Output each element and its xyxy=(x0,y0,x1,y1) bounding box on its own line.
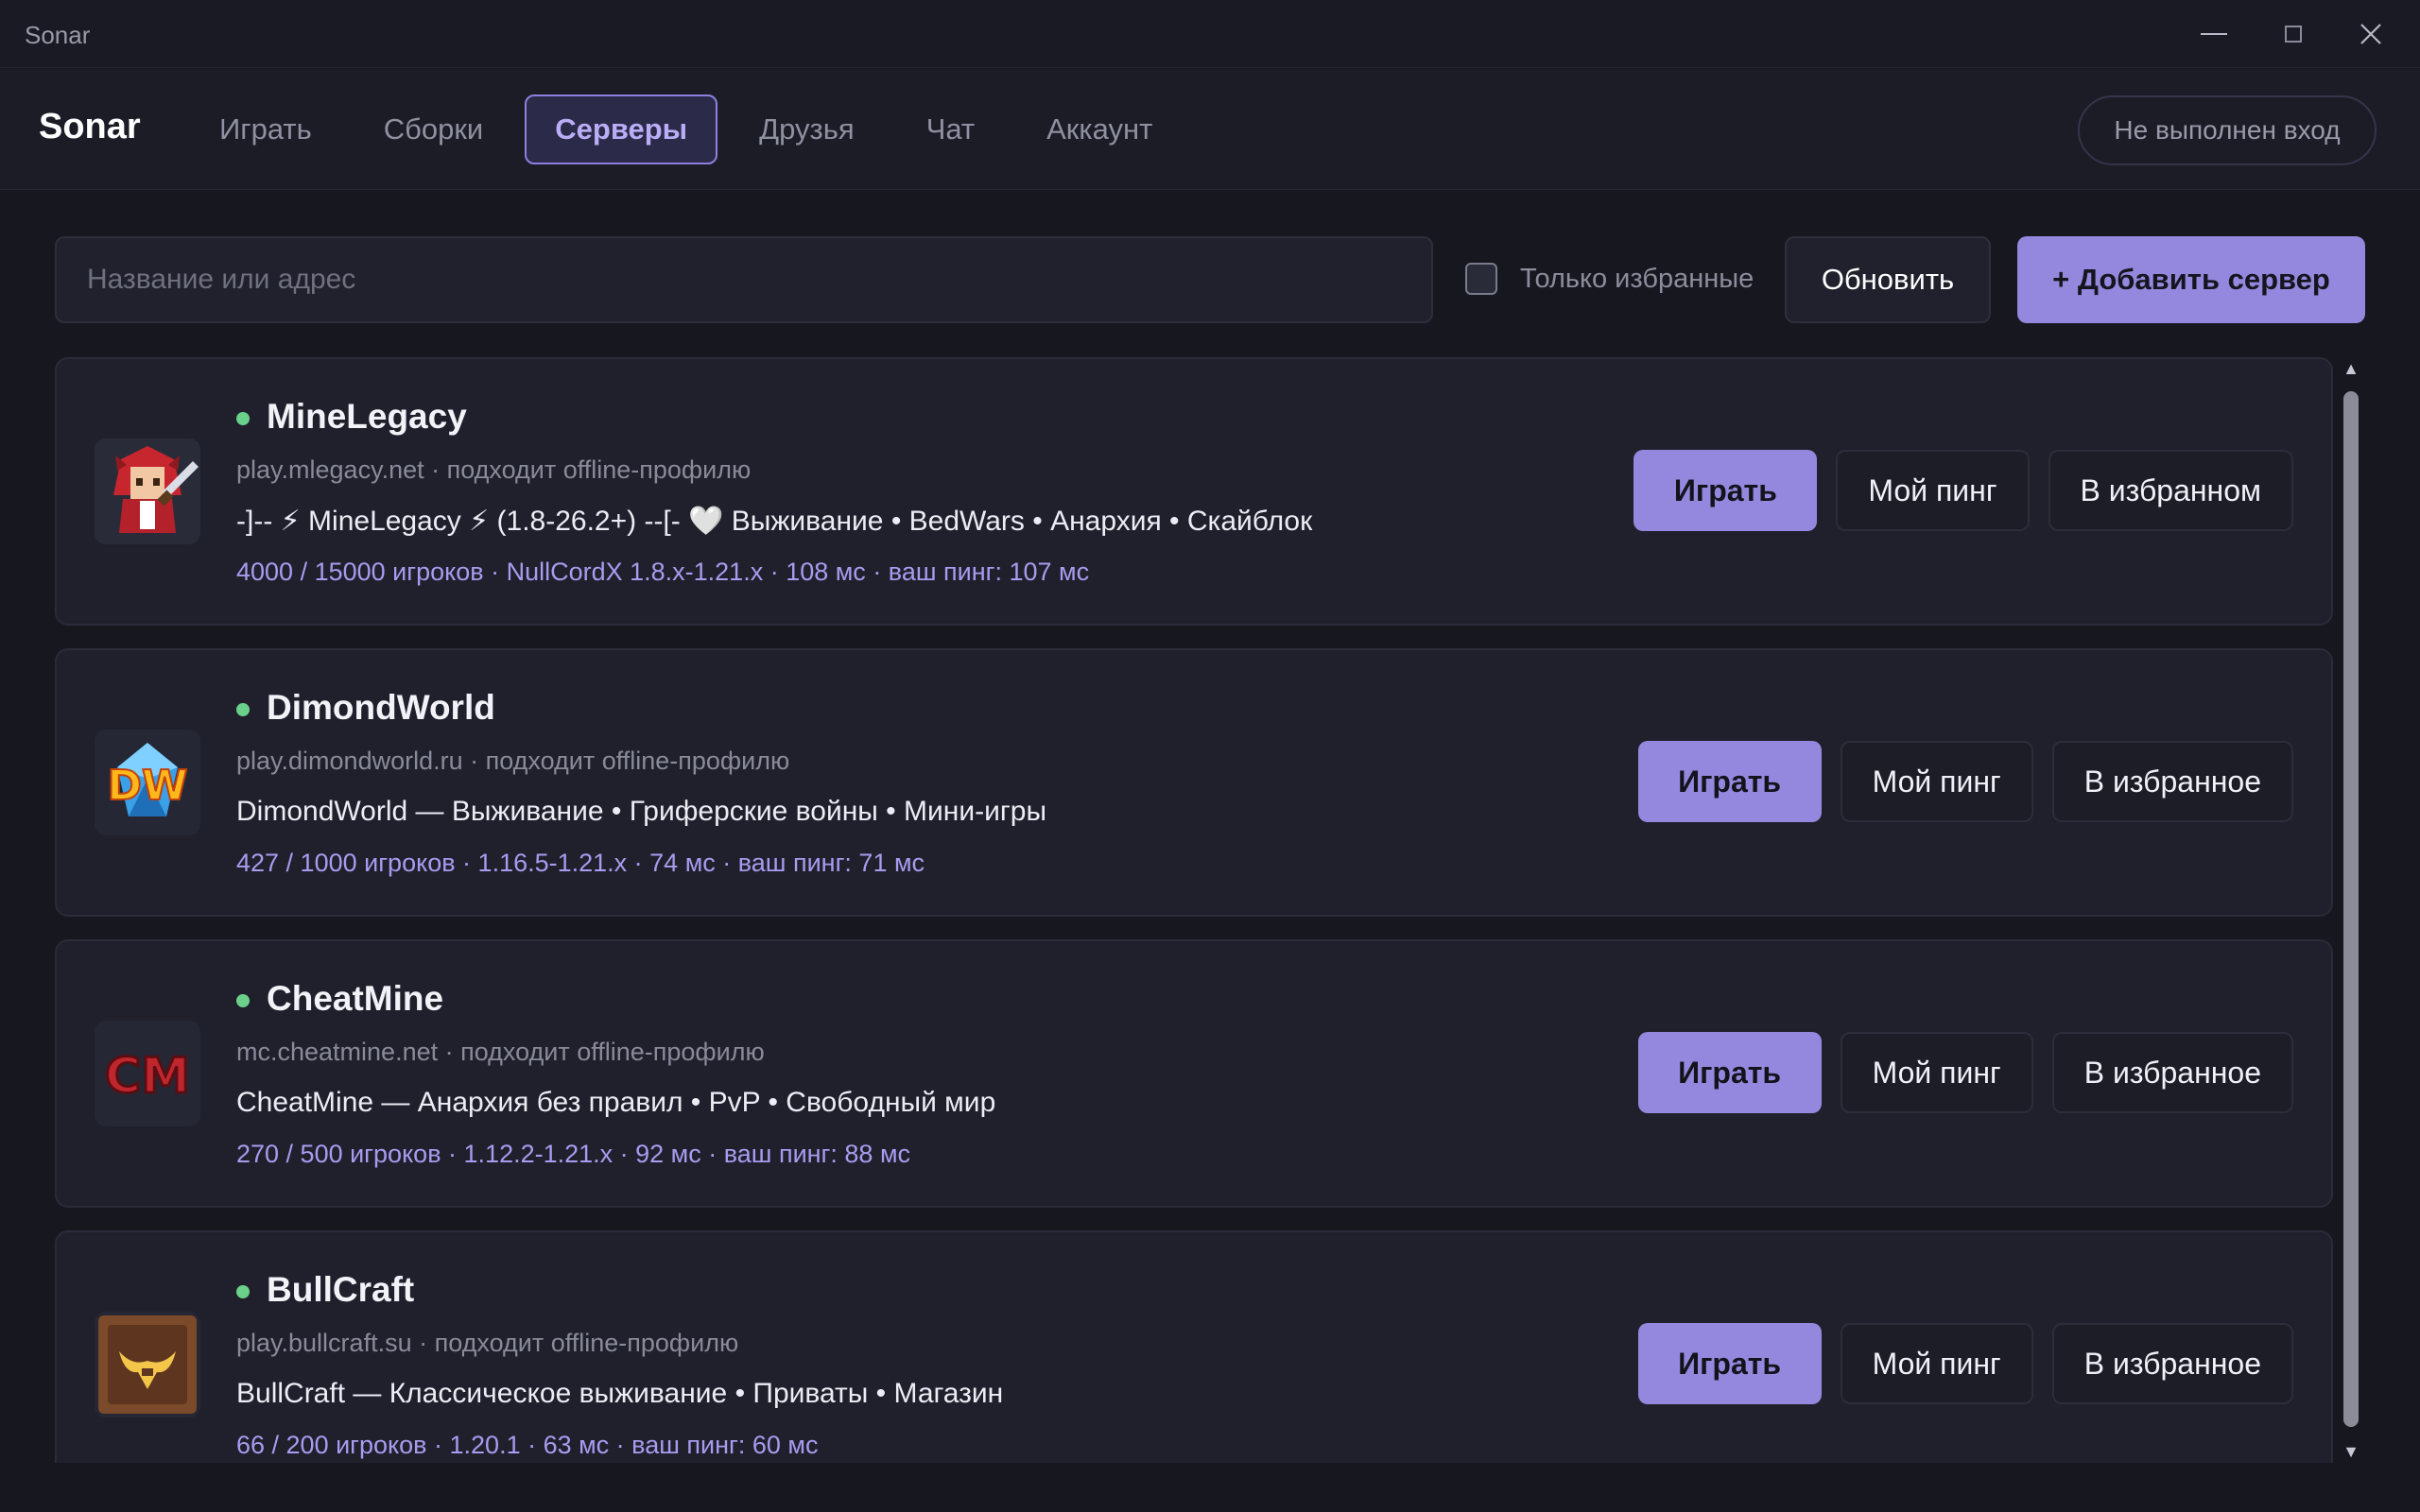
my-ping-button[interactable]: Мой пинг xyxy=(1840,1323,2033,1404)
dimondworld-logo-text: DW xyxy=(107,762,187,810)
favorite-button[interactable]: В избранное xyxy=(2051,741,2293,822)
server-actions: Играть Мой пинг В избранном xyxy=(1634,450,2293,531)
my-ping-button[interactable]: Мой пинг xyxy=(1840,741,2033,822)
server-name: CheatMine xyxy=(267,979,444,1018)
login-status-button[interactable]: Не выполнен вход xyxy=(2078,95,2377,165)
window-titlebar: Sonar xyxy=(0,0,2420,68)
server-name: DimondWorld xyxy=(267,688,495,727)
server-actions: Играть Мой пинг В избранное xyxy=(1637,1032,2293,1113)
my-ping-button[interactable]: Мой пинг xyxy=(1840,1032,2033,1113)
server-card: CM CheatMine mc.cheatmine.net · подходит… xyxy=(55,939,2333,1208)
favorites-only-label: Только избранные xyxy=(1520,263,1754,294)
play-button[interactable]: Играть xyxy=(1634,450,1818,531)
favorites-only-checkbox[interactable] xyxy=(1465,263,1497,295)
tab-account[interactable]: Аккаунт xyxy=(1016,94,1183,164)
dimondworld-logo-icon: DW xyxy=(95,730,200,835)
favorites-only-filter[interactable]: Только избранные xyxy=(1465,263,1754,295)
minimize-icon[interactable] xyxy=(2184,11,2244,57)
server-motd: BullCraft — Классическое выживание • При… xyxy=(236,1378,1004,1409)
server-actions: Играть Мой пинг В избранное xyxy=(1637,741,2293,822)
online-status-dot xyxy=(236,1285,250,1298)
online-status-dot xyxy=(236,994,250,1007)
refresh-button[interactable]: Обновить xyxy=(1785,236,1991,323)
play-button[interactable]: Играть xyxy=(1637,1032,1822,1113)
server-address: play.dimondworld.ru · подходит offline-п… xyxy=(236,747,790,775)
server-name: MineLegacy xyxy=(267,397,467,436)
scrollbar-thumb[interactable] xyxy=(2343,391,2359,1427)
favorite-button[interactable]: В избранное xyxy=(2051,1032,2293,1113)
tab-modpacks[interactable]: Сборки xyxy=(354,94,514,164)
server-address: mc.cheatmine.net · подходит offline-проф… xyxy=(236,1038,765,1066)
tab-play[interactable]: Играть xyxy=(189,94,342,164)
online-status-dot xyxy=(236,703,250,716)
server-actions: Играть Мой пинг В избранное xyxy=(1637,1323,2293,1404)
server-list: MineLegacy play.mlegacy.net · подходит o… xyxy=(55,357,2333,1463)
server-motd: -]-- ⚡ MineLegacy ⚡ (1.8-26.2+) --[- 🤍 В… xyxy=(236,506,1313,537)
favorite-button[interactable]: В избранном xyxy=(2048,450,2293,531)
favorite-button[interactable]: В избранное xyxy=(2051,1323,2293,1404)
server-name: BullCraft xyxy=(267,1270,415,1309)
my-ping-button[interactable]: Мой пинг xyxy=(1836,450,2030,531)
scroll-up-arrow-icon[interactable]: ▲ xyxy=(2339,357,2363,380)
server-card: DW DimondWorld play.dimondworld.ru · под… xyxy=(55,648,2333,917)
add-server-button[interactable]: + Добавить сервер xyxy=(2017,236,2365,323)
server-address: play.mlegacy.net · подходит offline-проф… xyxy=(236,455,752,484)
cheatmine-logo-text: CM xyxy=(105,1048,190,1105)
app-header: Sonar Играть Сборки Серверы Друзья Чат А… xyxy=(0,69,2420,190)
list-scrollbar[interactable]: ▲ ▼ xyxy=(2339,357,2363,1463)
main-nav: Играть Сборки Серверы Друзья Чат Аккаунт xyxy=(189,94,1194,164)
maximize-icon[interactable] xyxy=(2263,11,2324,57)
online-status-dot xyxy=(236,412,250,425)
bullcraft-logo-icon xyxy=(95,1312,200,1418)
server-card: BullCraft play.bullcraft.su · подходит o… xyxy=(55,1230,2333,1463)
window-title: Sonar xyxy=(25,21,91,49)
scroll-down-arrow-icon[interactable]: ▼ xyxy=(2339,1440,2363,1463)
server-motd: CheatMine — Анархия без правил • PvP • С… xyxy=(236,1087,996,1118)
server-stats: 4000 / 15000 игроков · NullCordX 1.8.x-1… xyxy=(236,558,1090,586)
server-stats: 427 / 1000 игроков · 1.16.5-1.21.x · 74 … xyxy=(236,849,925,877)
server-card: MineLegacy play.mlegacy.net · подходит o… xyxy=(55,357,2333,626)
minelegacy-logo-icon xyxy=(95,438,200,544)
close-icon[interactable] xyxy=(2341,11,2401,57)
server-address: play.bullcraft.su · подходит offline-про… xyxy=(236,1329,739,1357)
play-button[interactable]: Играть xyxy=(1637,741,1822,822)
play-button[interactable]: Играть xyxy=(1637,1323,1822,1404)
server-motd: DimondWorld — Выживание • Гриферские вой… xyxy=(236,796,1047,827)
cheatmine-logo-icon: CM xyxy=(95,1021,200,1126)
tab-chat[interactable]: Чат xyxy=(896,94,1005,164)
server-stats: 66 / 200 игроков · 1.20.1 · 63 мс · ваш … xyxy=(236,1431,819,1459)
server-search-input[interactable] xyxy=(55,236,1433,323)
tab-friends[interactable]: Друзья xyxy=(729,94,885,164)
tab-servers[interactable]: Серверы xyxy=(525,94,718,164)
server-stats: 270 / 500 игроков · 1.12.2-1.21.x · 92 м… xyxy=(236,1140,911,1168)
app-brand: Sonar xyxy=(39,107,141,146)
